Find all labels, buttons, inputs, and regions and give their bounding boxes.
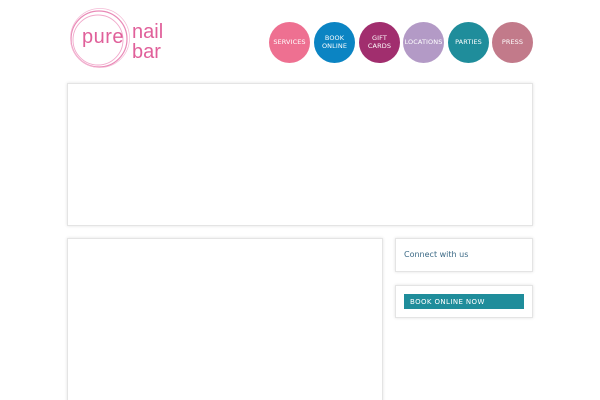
nav-book-online-label: BOOK ONLINE xyxy=(321,34,348,50)
logo-word-bar: bar xyxy=(132,41,161,63)
nav-locations[interactable]: LOCATIONS xyxy=(403,22,444,63)
nav-parties[interactable]: PARTIES xyxy=(448,22,489,63)
nav-gift-cards-label: GIFT CARDS xyxy=(367,34,392,50)
book-online-now-button[interactable]: BOOK ONLINE NOW xyxy=(404,294,524,309)
nav-press-label: PRESS xyxy=(501,37,524,46)
nav-press[interactable]: PRESS xyxy=(492,22,533,63)
nav-parties-label: PARTIES xyxy=(455,37,482,46)
logo-word-nail: nail xyxy=(132,21,164,43)
nav-services[interactable]: SERVICES xyxy=(269,22,310,63)
nav-book-online[interactable]: BOOK ONLINE xyxy=(314,22,355,63)
book-widget: BOOK ONLINE NOW xyxy=(395,285,533,318)
connect-title: Connect with us xyxy=(404,250,469,259)
logo-word-pure: pure xyxy=(82,26,125,48)
brand-logo[interactable]: pure nail bar xyxy=(68,8,168,70)
nav-services-label: SERVICES xyxy=(273,37,306,46)
main-content-panel xyxy=(67,238,383,400)
nav-locations-label: LOCATIONS xyxy=(404,37,443,46)
connect-widget: Connect with us xyxy=(395,238,533,272)
nav-gift-cards[interactable]: GIFT CARDS xyxy=(359,22,400,63)
hero-panel xyxy=(67,83,533,226)
